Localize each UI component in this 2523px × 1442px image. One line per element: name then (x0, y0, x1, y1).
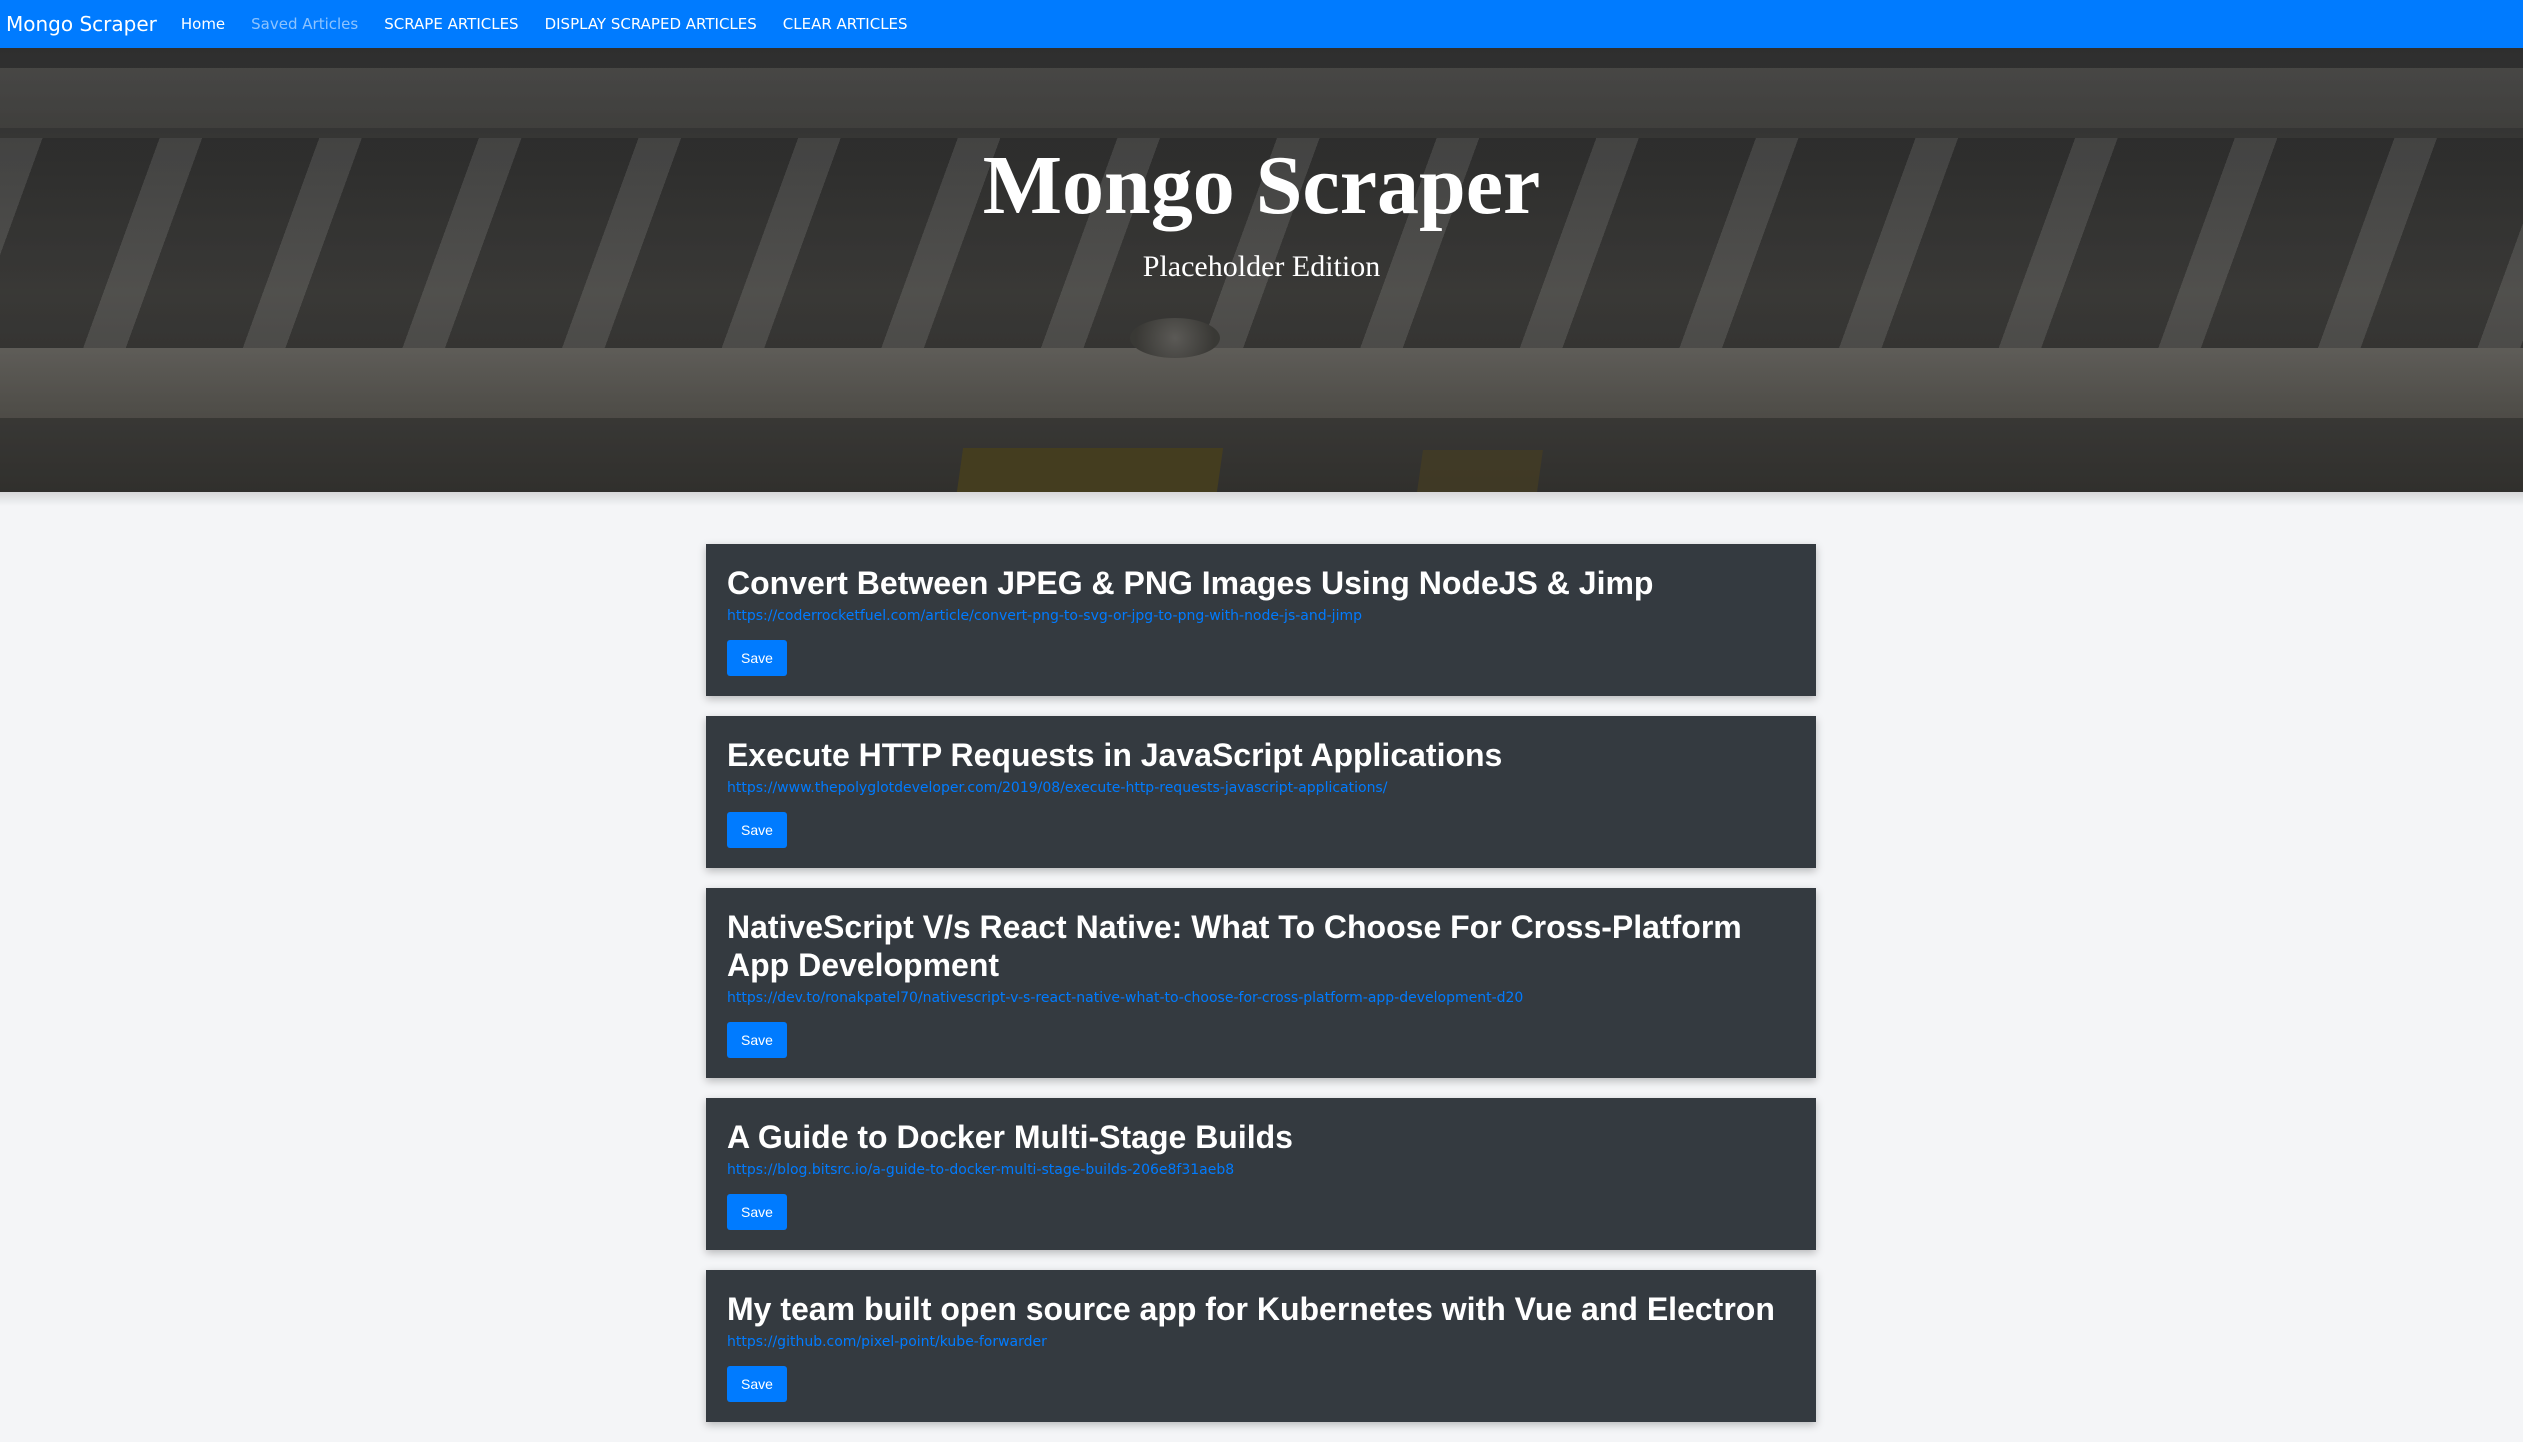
save-button[interactable]: Save (727, 1022, 787, 1058)
save-button[interactable]: Save (727, 1194, 787, 1230)
hero-shadow (0, 492, 2523, 506)
article-title: Execute HTTP Requests in JavaScript Appl… (727, 737, 1503, 773)
article-card: A Guide to Docker Multi-Stage Builds htt… (706, 1098, 1816, 1250)
save-button[interactable]: Save (727, 640, 787, 676)
save-button[interactable]: Save (727, 1366, 787, 1402)
nav-link-home[interactable]: Home (181, 15, 225, 33)
navbar: Mongo Scraper Home Saved Articles SCRAPE… (0, 0, 2523, 48)
article-title: My team built open source app for Kubern… (727, 1291, 1775, 1327)
hero-banner: Mongo Scraper Placeholder Edition (0, 48, 2523, 492)
nav-link-scrape-articles[interactable]: SCRAPE ARTICLES (384, 15, 518, 33)
article-link[interactable]: https://dev.to/ronakpatel70/nativescript… (727, 988, 1796, 1008)
article-card: NativeScript V/s React Native: What To C… (706, 888, 1816, 1078)
save-button[interactable]: Save (727, 812, 787, 848)
nav-link-saved-articles[interactable]: Saved Articles (251, 15, 358, 33)
article-link[interactable]: https://blog.bitsrc.io/a-guide-to-docker… (727, 1160, 1796, 1180)
hero-title: Mongo Scraper (982, 139, 1541, 232)
nav-link-clear-articles[interactable]: CLEAR ARTICLES (783, 15, 908, 33)
article-link[interactable]: https://coderrocketfuel.com/article/conv… (727, 606, 1796, 626)
hero-subtitle: Placeholder Edition (1142, 250, 1381, 283)
article-card: My team built open source app for Kubern… (706, 1270, 1816, 1422)
article-list: Convert Between JPEG & PNG Images Using … (706, 544, 1816, 1442)
article-link[interactable]: https://github.com/pixel-point/kube-forw… (727, 1332, 1796, 1352)
nav-link-display-scraped-articles[interactable]: DISPLAY SCRAPED ARTICLES (545, 15, 757, 33)
article-title: A Guide to Docker Multi-Stage Builds (727, 1119, 1293, 1155)
article-card: Execute HTTP Requests in JavaScript Appl… (706, 716, 1816, 868)
article-title: NativeScript V/s React Native: What To C… (727, 909, 1742, 983)
article-link[interactable]: https://www.thepolyglotdeveloper.com/201… (727, 778, 1796, 798)
brand-link[interactable]: Mongo Scraper (6, 12, 157, 36)
article-card: Convert Between JPEG & PNG Images Using … (706, 544, 1816, 696)
article-title: Convert Between JPEG & PNG Images Using … (727, 565, 1654, 601)
